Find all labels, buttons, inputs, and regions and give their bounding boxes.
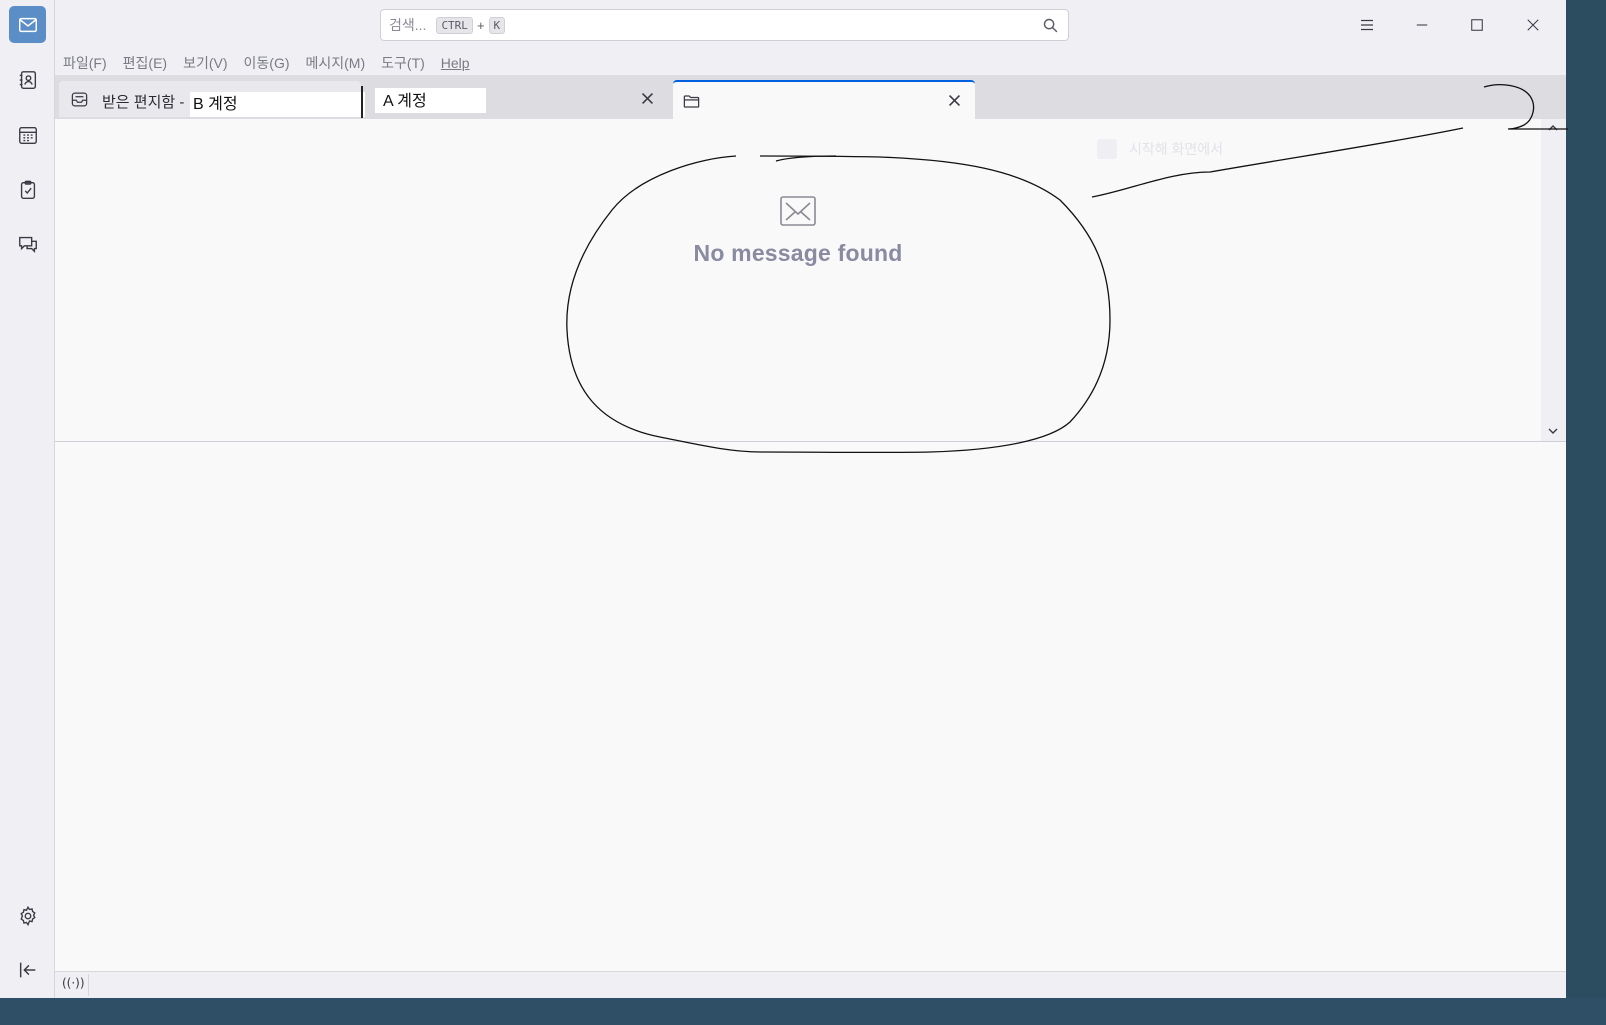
shortcut-key-k: K bbox=[488, 16, 506, 34]
minimize-button[interactable] bbox=[1409, 12, 1435, 38]
close-icon bbox=[1527, 19, 1539, 31]
gear-icon bbox=[19, 905, 36, 926]
search-placeholder: 검색... bbox=[389, 17, 427, 33]
menu-go[interactable]: 이동(G) bbox=[244, 53, 290, 73]
address-book-space-button[interactable] bbox=[9, 61, 46, 98]
status-bar: ((·)) bbox=[55, 971, 1566, 998]
app-menu-button[interactable] bbox=[1354, 12, 1380, 38]
close-window-button[interactable] bbox=[1520, 12, 1546, 38]
faint-hint-icon bbox=[1097, 139, 1117, 159]
shortcut-plus: + bbox=[476, 17, 485, 33]
message-preview-pane bbox=[55, 442, 1566, 971]
folder-icon bbox=[683, 95, 700, 108]
menu-tools[interactable]: 도구(T) bbox=[381, 53, 425, 73]
collapse-icon bbox=[19, 962, 35, 977]
spaces-toolbar bbox=[0, 0, 55, 1025]
status-separator bbox=[88, 974, 89, 996]
close-tab-icon[interactable] bbox=[946, 92, 963, 109]
menu-message[interactable]: 메시지(M) bbox=[306, 53, 366, 73]
menu-edit[interactable]: 편집(E) bbox=[123, 53, 167, 73]
account-a-label: A 계정 bbox=[375, 88, 486, 113]
faint-toolbar-hint: 시작해 화면에서 bbox=[1097, 139, 1223, 159]
address-book-icon bbox=[19, 70, 36, 89]
inbox-icon bbox=[71, 92, 88, 107]
tab-inbox[interactable]: 받은 편지함 - B 계정 bbox=[59, 81, 365, 117]
shortcut-key-ctrl: CTRL bbox=[436, 16, 473, 34]
mail-space-button[interactable] bbox=[9, 6, 46, 43]
desktop-edge-right bbox=[1566, 0, 1606, 998]
maximize-button[interactable] bbox=[1464, 12, 1490, 38]
search-icon[interactable] bbox=[1042, 17, 1059, 34]
empty-message-text: No message found bbox=[693, 240, 903, 266]
title-bar: 검색... CTRL + K bbox=[55, 0, 1606, 51]
menu-view[interactable]: 보기(V) bbox=[183, 53, 227, 73]
account-b-label: B 계정 bbox=[190, 92, 365, 117]
tab-divider bbox=[361, 86, 363, 118]
online-status-icon[interactable]: ((·)) bbox=[62, 976, 85, 994]
calendar-space-button[interactable] bbox=[9, 116, 46, 153]
empty-message-state: No message found bbox=[644, 196, 952, 267]
mail-icon bbox=[780, 196, 816, 226]
mail-icon bbox=[18, 17, 37, 32]
maximize-icon bbox=[1471, 19, 1483, 31]
collapse-spaces-button[interactable] bbox=[9, 951, 46, 988]
minimize-icon bbox=[1416, 24, 1428, 26]
menu-help[interactable]: Help bbox=[441, 55, 470, 71]
desktop-edge-bottom bbox=[0, 998, 1606, 1025]
chat-space-button[interactable] bbox=[9, 225, 46, 262]
tab-bar: 받은 편지함 - B 계정 A 계정 bbox=[55, 75, 1606, 119]
message-list-pane[interactable] bbox=[55, 119, 1541, 441]
tasks-icon bbox=[20, 180, 35, 199]
global-search-box[interactable]: 검색... CTRL + K bbox=[380, 9, 1069, 41]
calendar-icon bbox=[18, 126, 37, 144]
chat-icon bbox=[18, 236, 37, 253]
tab-inbox-label: 받은 편지함 - bbox=[102, 94, 185, 111]
tasks-space-button[interactable] bbox=[9, 171, 46, 208]
close-tab-icon[interactable] bbox=[639, 90, 656, 107]
tab-folder-active[interactable] bbox=[673, 80, 975, 119]
chevron-up-icon[interactable] bbox=[1547, 122, 1559, 134]
chevron-down-icon[interactable] bbox=[1547, 425, 1559, 437]
message-list-scrollbar[interactable] bbox=[1541, 119, 1566, 441]
hamburger-icon bbox=[1361, 19, 1373, 31]
menu-bar: 파일(F) 편집(E) 보기(V) 이동(G) 메시지(M) 도구(T) Hel… bbox=[55, 51, 1606, 75]
faint-hint-text: 시작해 화면에서 bbox=[1129, 141, 1224, 157]
settings-button[interactable] bbox=[9, 897, 46, 934]
menu-file[interactable]: 파일(F) bbox=[63, 53, 107, 73]
